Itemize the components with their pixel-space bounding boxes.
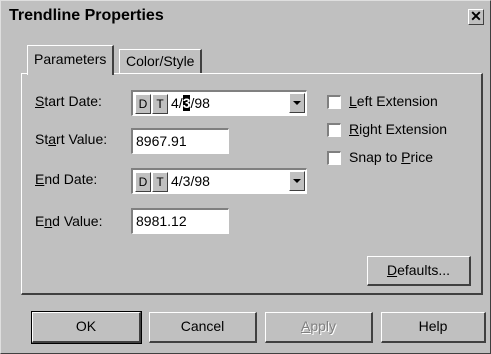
left-extension-label[interactable]: Left Extension xyxy=(349,93,438,109)
apply-button[interactable]: Apply xyxy=(265,312,373,343)
start-value-label: Start Value: xyxy=(35,131,108,147)
window-title: Trendline Properties xyxy=(9,7,164,24)
snap-to-price-label[interactable]: Snap to Price xyxy=(349,149,433,165)
tab-color-style-label: Color/Style xyxy=(126,53,195,69)
right-extension-checkbox[interactable] xyxy=(327,123,341,137)
date-mode-button[interactable]: D xyxy=(135,94,151,114)
close-button[interactable]: ✕ xyxy=(468,9,484,25)
ok-button[interactable]: OK xyxy=(31,311,142,344)
start-value-input[interactable]: 8967.91 xyxy=(131,128,229,154)
date-mode-button[interactable]: D xyxy=(135,172,151,192)
trendline-properties-dialog: Trendline Properties ✕ Parameters Color/… xyxy=(0,0,491,354)
tab-parameters-label: Parameters xyxy=(34,51,107,67)
time-mode-button[interactable]: T xyxy=(152,172,168,192)
help-button[interactable]: Help xyxy=(381,312,486,343)
start-date-label: Start Date: xyxy=(35,93,102,109)
end-date-value[interactable]: 4/3/98 xyxy=(171,170,210,192)
cancel-button[interactable]: Cancel xyxy=(149,312,257,343)
end-date-dropdown-button[interactable] xyxy=(289,171,305,191)
snap-to-price-checkbox[interactable] xyxy=(327,151,341,165)
defaults-button[interactable]: Defaults... xyxy=(367,256,471,286)
end-date-label: End Date: xyxy=(35,171,98,187)
right-extension-label[interactable]: Right Extension xyxy=(349,121,447,137)
time-mode-button[interactable]: T xyxy=(152,94,168,114)
end-date-picker[interactable]: D T 4/3/98 xyxy=(131,168,307,194)
end-value-input[interactable]: 8981.12 xyxy=(131,208,229,234)
title-bar: Trendline Properties ✕ xyxy=(3,3,488,31)
start-date-dropdown-button[interactable] xyxy=(289,93,305,113)
left-extension-checkbox[interactable] xyxy=(327,95,341,109)
start-date-picker[interactable]: D T 4/3/98 xyxy=(131,90,307,116)
end-value-label: End Value: xyxy=(35,213,103,229)
close-icon: ✕ xyxy=(470,8,482,24)
tab-color-style[interactable]: Color/Style xyxy=(119,49,203,73)
tab-parameters[interactable]: Parameters xyxy=(27,45,115,75)
start-date-value[interactable]: 4/3/98 xyxy=(171,92,210,114)
